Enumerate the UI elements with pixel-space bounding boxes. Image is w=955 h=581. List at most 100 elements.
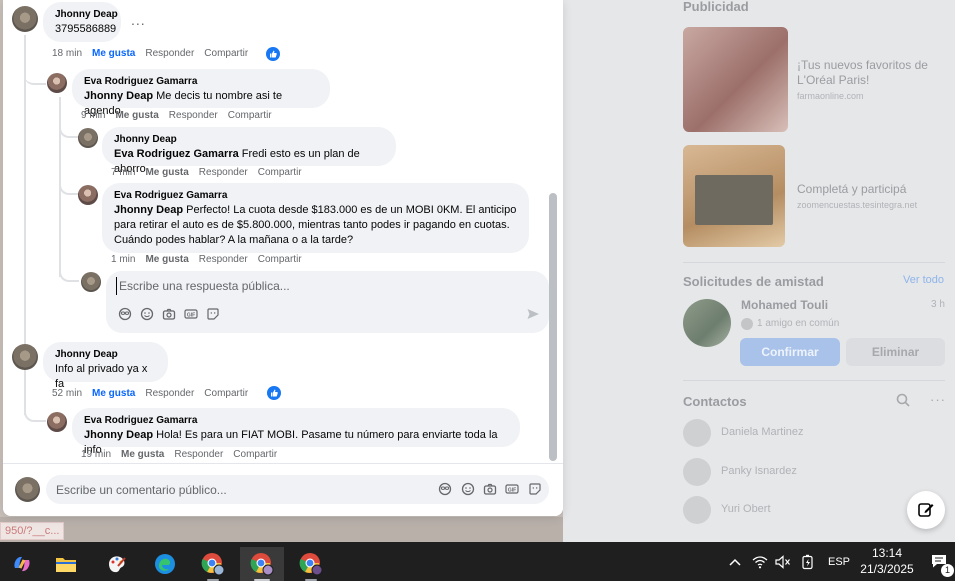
- mention-link[interactable]: Jhonny Deap: [114, 204, 183, 216]
- sticker-icon[interactable]: [528, 482, 542, 496]
- comment-author[interactable]: Jhonny Deap: [55, 349, 156, 361]
- like-reaction-icon[interactable]: [266, 47, 280, 61]
- comment-author[interactable]: Jhonny Deap: [114, 134, 384, 146]
- reply-button[interactable]: Responder: [199, 254, 248, 265]
- reply-input[interactable]: [116, 277, 536, 295]
- paint-app-icon[interactable]: [95, 547, 139, 581]
- reply-button[interactable]: Responder: [174, 449, 223, 460]
- share-button[interactable]: Compartir: [233, 449, 277, 460]
- ad-2-name[interactable]: Completá y participá: [797, 182, 947, 197]
- request-name[interactable]: Mohamed Touli: [741, 298, 828, 312]
- ad-2[interactable]: Completá y participá zoomencuestas.tesin…: [797, 182, 947, 210]
- delete-button[interactable]: Eliminar: [846, 338, 945, 366]
- reply-button[interactable]: Responder: [169, 110, 218, 121]
- reply-button[interactable]: Responder: [199, 167, 248, 178]
- camera-icon[interactable]: [162, 307, 176, 321]
- avatar[interactable]: [47, 73, 67, 93]
- chrome-profile-1-icon[interactable]: [191, 547, 235, 581]
- new-message-button[interactable]: [907, 491, 945, 529]
- share-button[interactable]: Compartir: [258, 167, 302, 178]
- share-button[interactable]: Compartir: [204, 48, 248, 59]
- confirm-button[interactable]: Confirmar: [740, 338, 840, 366]
- contact-item[interactable]: Panky Isnardez: [683, 458, 883, 486]
- mention-link[interactable]: Eva Rodriguez Gamarra: [114, 148, 239, 160]
- current-user-avatar[interactable]: [15, 477, 40, 502]
- share-button[interactable]: Compartir: [228, 110, 272, 121]
- like-button[interactable]: Me gusta: [145, 167, 188, 178]
- comment-time[interactable]: 1 min: [111, 254, 135, 265]
- current-user-avatar[interactable]: [81, 272, 101, 292]
- ad-1[interactable]: ¡Tus nuevos favoritos de L'Oréal Paris! …: [797, 58, 947, 101]
- comments-list[interactable]: Jhonny Deap 3795586889 ... 18 min Me gust…: [3, 0, 563, 463]
- mention-link[interactable]: Jhonny Deap: [84, 90, 153, 102]
- comment-time[interactable]: 52 min: [52, 388, 82, 399]
- search-icon[interactable]: [896, 393, 910, 412]
- like-reaction-icon[interactable]: [267, 386, 281, 400]
- like-button[interactable]: Me gusta: [145, 254, 188, 265]
- gif-icon[interactable]: GIF: [505, 482, 519, 496]
- contact-avatar: [683, 419, 711, 447]
- emoji-icon[interactable]: [461, 482, 475, 496]
- send-icon[interactable]: [526, 307, 540, 321]
- volume-muted-icon[interactable]: [775, 542, 791, 581]
- share-button[interactable]: Compartir: [258, 254, 302, 265]
- comment-actions: 7 min Me gusta Responder Compartir: [111, 167, 312, 178]
- contact-item[interactable]: Yuri Obert: [683, 496, 883, 524]
- avatar[interactable]: [12, 344, 38, 370]
- chrome-profile-2-icon[interactable]: [240, 547, 284, 581]
- see-all-link[interactable]: Ver todo: [903, 274, 944, 286]
- scrollbar[interactable]: [549, 193, 557, 461]
- camera-icon[interactable]: [483, 482, 497, 496]
- comment-bubble: Eva Rodriguez Gamarra Jhonny Deap Perfec…: [102, 183, 529, 253]
- chrome-profile-3-icon[interactable]: [289, 547, 333, 581]
- comment-actions: 52 min Me gusta Responder Compartir: [52, 388, 258, 399]
- edge-browser-icon[interactable]: [143, 547, 187, 581]
- clock[interactable]: 13:14 21/3/2025: [855, 545, 919, 577]
- comment-input[interactable]: [56, 481, 426, 499]
- ad-1-name[interactable]: ¡Tus nuevos favoritos de L'Oréal Paris!: [797, 58, 947, 88]
- reply-button[interactable]: Responder: [145, 388, 194, 399]
- avatar-sticker-icon[interactable]: [118, 307, 132, 321]
- comment-author[interactable]: Eva Rodriguez Gamarra: [114, 190, 517, 202]
- sticker-icon[interactable]: [206, 307, 220, 321]
- wifi-icon[interactable]: [752, 542, 768, 581]
- gif-icon[interactable]: GIF: [184, 307, 198, 321]
- show-hidden-icons[interactable]: [728, 542, 742, 581]
- background-strip: [0, 517, 563, 542]
- file-explorer-icon[interactable]: [44, 547, 88, 581]
- avatar[interactable]: [78, 185, 98, 205]
- reply-button[interactable]: Responder: [145, 48, 194, 59]
- like-button[interactable]: Me gusta: [92, 48, 135, 59]
- like-button[interactable]: Me gusta: [115, 110, 158, 121]
- thread-connector: [59, 175, 79, 195]
- like-button[interactable]: Me gusta: [121, 449, 164, 460]
- comment-time[interactable]: 19 min: [81, 449, 111, 460]
- comment-author[interactable]: Eva Rodriguez Gamarra: [84, 76, 318, 88]
- comment-author[interactable]: Jhonny Deap: [55, 9, 118, 21]
- mention-link[interactable]: Jhonny Deap: [84, 429, 153, 441]
- avatar[interactable]: [78, 128, 98, 148]
- more-options-icon[interactable]: ···: [930, 392, 946, 407]
- avatar[interactable]: [12, 6, 38, 32]
- comment-actions: 18 min Me gusta Responder Compartir: [52, 48, 258, 59]
- copilot-icon[interactable]: [0, 547, 44, 581]
- contact-item[interactable]: Daniela Martinez: [683, 419, 883, 447]
- mutual-friend-avatar: [741, 318, 753, 330]
- ad-image-survey[interactable]: [683, 145, 785, 247]
- comment-author[interactable]: Eva Rodriguez Gamarra: [84, 415, 508, 427]
- ads-title: Publicidad: [683, 0, 749, 14]
- language-indicator[interactable]: ESP: [828, 542, 850, 581]
- avatar[interactable]: [47, 412, 67, 432]
- share-button[interactable]: Compartir: [204, 388, 248, 399]
- comment-time[interactable]: 18 min: [52, 48, 82, 59]
- request-avatar[interactable]: [683, 299, 731, 347]
- comment-actions: 19 min Me gusta Responder Compartir: [81, 449, 287, 460]
- comment-options-icon[interactable]: ...: [131, 12, 146, 28]
- ad-image-loreal[interactable]: [683, 27, 788, 132]
- avatar-sticker-icon[interactable]: [438, 482, 452, 496]
- like-button[interactable]: Me gusta: [92, 388, 135, 399]
- battery-icon[interactable]: [801, 542, 815, 581]
- comment-time[interactable]: 9 min: [81, 110, 105, 121]
- comment-time[interactable]: 7 min: [111, 167, 135, 178]
- emoji-icon[interactable]: [140, 307, 154, 321]
